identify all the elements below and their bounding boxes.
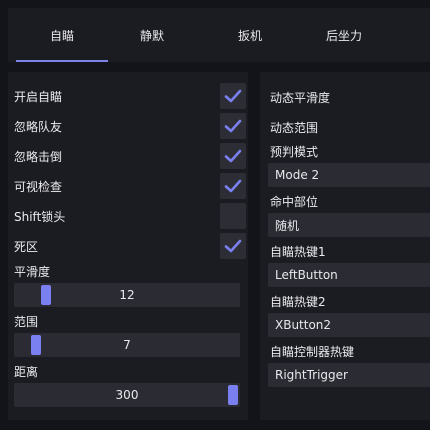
tab-label: 后坐力 bbox=[325, 28, 362, 43]
aim-hotkey1-label: 自瞄热键1 bbox=[270, 245, 326, 259]
prediction-mode-select[interactable]: Mode 2 bbox=[268, 163, 430, 187]
slider-value: 7 bbox=[123, 338, 131, 352]
toggle-row-enable-aimbot: 开启自瞄 bbox=[14, 83, 246, 109]
select-value: LeftButton bbox=[275, 268, 338, 282]
aim-hotkey1-select[interactable]: LeftButton bbox=[268, 263, 430, 287]
toggle-label: Shift锁头 bbox=[14, 209, 66, 224]
slider-value: 12 bbox=[119, 288, 135, 302]
tab-recoil[interactable]: 后坐力 bbox=[298, 8, 390, 62]
select-value: XButton2 bbox=[275, 318, 332, 332]
toggle-label: 死区 bbox=[14, 239, 39, 254]
controller-hotkey-select[interactable]: RightTrigger bbox=[268, 363, 430, 387]
range-label: 范围 bbox=[14, 315, 39, 329]
smoothness-label: 平滑度 bbox=[14, 265, 51, 279]
check-icon bbox=[224, 149, 242, 163]
ignore-team-checkbox[interactable] bbox=[220, 113, 246, 139]
dynamic-range-label: 动态范围 bbox=[270, 121, 319, 135]
dynamic-smoothness-label: 动态平滑度 bbox=[270, 91, 331, 105]
slider-value: 300 bbox=[115, 388, 139, 402]
select-value: 随机 bbox=[275, 218, 300, 233]
toggle-label: 可视检查 bbox=[14, 179, 63, 194]
controller-hotkey-label: 自瞄控制器热键 bbox=[270, 345, 355, 359]
toggle-row-shift-headlock: Shift锁头 bbox=[14, 203, 246, 229]
aimbot-settings-panel: 开启自瞄 忽略队友 忽略击倒 可视检查 Shift锁头 死区 平滑度 12 范围… bbox=[8, 72, 248, 420]
tab-silent[interactable]: 静默 bbox=[106, 8, 198, 62]
advanced-settings-panel: 动态平滑度 动态范围 预判模式 Mode 2 命中部位 随机 自瞄热键1 Lef… bbox=[260, 72, 430, 420]
check-icon bbox=[224, 239, 242, 253]
tab-bar: 自瞄 静默 扳机 后坐力 bbox=[8, 8, 430, 62]
toggle-row-ignore-team: 忽略队友 bbox=[14, 113, 246, 139]
tab-label: 扳机 bbox=[237, 28, 262, 43]
select-value: Mode 2 bbox=[275, 168, 320, 182]
toggle-row-ignore-knocked: 忽略击倒 bbox=[14, 143, 246, 169]
toggle-label: 忽略队友 bbox=[14, 119, 63, 134]
deadzone-checkbox[interactable] bbox=[220, 233, 246, 259]
aim-hotkey2-select[interactable]: XButton2 bbox=[268, 313, 430, 337]
toggle-label: 忽略击倒 bbox=[14, 149, 63, 164]
ignore-knocked-checkbox[interactable] bbox=[220, 143, 246, 169]
toggle-label: 开启自瞄 bbox=[14, 89, 63, 104]
distance-slider[interactable]: 300 bbox=[14, 383, 240, 407]
select-value: RightTrigger bbox=[275, 368, 348, 382]
prediction-mode-label: 预判模式 bbox=[270, 145, 319, 159]
range-slider[interactable]: 7 bbox=[14, 333, 240, 357]
shift-headlock-checkbox[interactable] bbox=[220, 203, 246, 229]
smoothness-slider[interactable]: 12 bbox=[14, 283, 240, 307]
enable-aimbot-checkbox[interactable] bbox=[220, 83, 246, 109]
tab-aimbot[interactable]: 自瞄 bbox=[16, 8, 108, 62]
toggle-row-deadzone: 死区 bbox=[14, 233, 246, 259]
check-icon bbox=[224, 179, 242, 193]
toggle-row-visibility-check: 可视检查 bbox=[14, 173, 246, 199]
visibility-check-checkbox[interactable] bbox=[220, 173, 246, 199]
tab-label: 自瞄 bbox=[49, 28, 74, 43]
tab-label: 静默 bbox=[139, 28, 164, 43]
distance-label: 距离 bbox=[14, 365, 39, 379]
check-icon bbox=[224, 89, 242, 103]
hit-part-select[interactable]: 随机 bbox=[268, 213, 430, 237]
hit-part-label: 命中部位 bbox=[270, 195, 319, 209]
check-icon bbox=[224, 119, 242, 133]
tab-trigger[interactable]: 扳机 bbox=[204, 8, 296, 62]
aim-hotkey2-label: 自瞄热键2 bbox=[270, 295, 326, 309]
